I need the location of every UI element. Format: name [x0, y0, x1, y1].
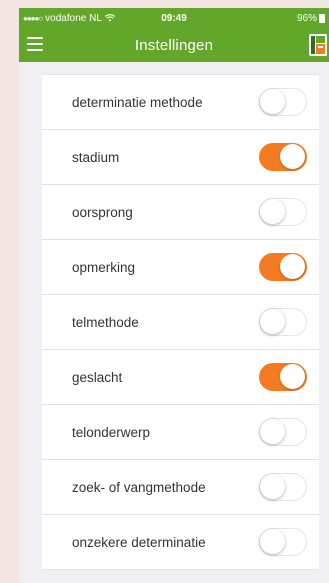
- toggle-switch-onzekere-determinatie[interactable]: [259, 528, 307, 556]
- page-title: Instellingen: [134, 36, 214, 54]
- toggle-switch-zoek-of-vangmethode[interactable]: [259, 473, 307, 501]
- battery-icon: [319, 13, 325, 23]
- app-logo-icon: [309, 34, 327, 56]
- setting-row-oorsprong: oorsprong: [42, 185, 319, 240]
- setting-label: zoek- of vangmethode: [72, 479, 206, 495]
- setting-row-telmethode: telmethode: [42, 295, 319, 350]
- setting-label: determinatie methode: [72, 94, 203, 110]
- toggle-switch-telmethode[interactable]: [259, 308, 307, 336]
- setting-label: opmerking: [72, 259, 136, 275]
- status-bar: ●●●●○ vodafone NL 09:49 96%: [19, 8, 329, 28]
- toggle-knob: [260, 89, 285, 114]
- battery-percentage: 96%: [296, 12, 317, 24]
- setting-row-zoek-of-vangmethode: zoek- of vangmethode: [42, 460, 319, 515]
- toggle-knob: [260, 199, 285, 224]
- status-left: ●●●●○ vodafone NL: [23, 13, 115, 24]
- setting-row-onzekere-determinatie: onzekere determinatie: [42, 515, 319, 570]
- setting-label: telmethode: [72, 314, 139, 330]
- setting-row-stadium: stadium: [42, 130, 319, 185]
- toggle-switch-opmerking[interactable]: [259, 253, 307, 281]
- setting-label: telonderwerp: [72, 424, 151, 440]
- setting-label: stadium: [72, 149, 120, 165]
- setting-row-determinatie-methode: determinatie methode: [42, 75, 319, 130]
- settings-content: determinatie methode stadium oorsprong o…: [19, 62, 329, 570]
- carrier-name: vodafone NL: [45, 12, 102, 24]
- toggle-switch-stadium[interactable]: [259, 143, 307, 171]
- toggle-switch-determinatie-methode[interactable]: [259, 88, 307, 116]
- phone-screen: ●●●●○ vodafone NL 09:49 96% Instellingen: [19, 8, 329, 583]
- navigation-bar: Instellingen: [19, 28, 329, 62]
- toggle-knob: [260, 419, 285, 444]
- setting-label: oorsprong: [72, 204, 133, 220]
- toggle-knob: [260, 309, 285, 334]
- settings-list: determinatie methode stadium oorsprong o…: [42, 74, 319, 570]
- status-right: 96%: [297, 13, 325, 24]
- hamburger-menu-icon[interactable]: [27, 37, 43, 51]
- toggle-switch-telonderwerp[interactable]: [259, 418, 307, 446]
- wifi-icon: [104, 14, 115, 22]
- setting-row-telonderwerp: telonderwerp: [42, 405, 319, 460]
- toggle-knob: [260, 474, 285, 499]
- setting-label: geslacht: [72, 369, 123, 385]
- toggle-knob: [280, 254, 305, 279]
- toggle-switch-geslacht[interactable]: [259, 363, 307, 391]
- toggle-switch-oorsprong[interactable]: [259, 198, 307, 226]
- setting-row-opmerking: opmerking: [42, 240, 319, 295]
- toggle-knob: [280, 144, 305, 169]
- toggle-knob: [260, 529, 285, 554]
- setting-row-geslacht: geslacht: [42, 350, 319, 405]
- setting-label: onzekere determinatie: [72, 534, 206, 550]
- signal-strength-icon: ●●●●○: [23, 13, 43, 23]
- toggle-knob: [280, 364, 305, 389]
